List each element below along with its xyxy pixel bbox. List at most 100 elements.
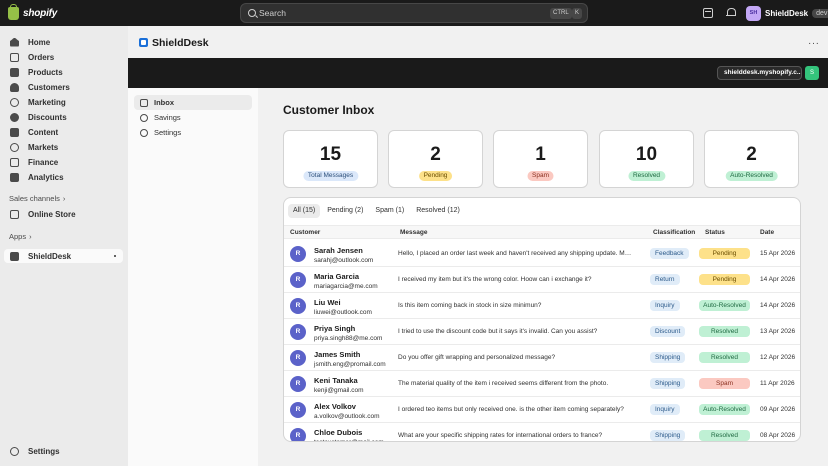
shortcut-k: K — [572, 8, 583, 19]
inbox-table: All (15) Pending (2) Spam (1) Resolved (12)… — [283, 197, 801, 442]
sidebar-item-label: Content — [28, 127, 59, 137]
app-banner: shielddesk.myshopify.c... S — [128, 58, 828, 88]
sidebar-item-label: Settings — [28, 446, 60, 456]
sidebar-item-analytics[interactable]: Analytics — [4, 170, 123, 184]
customer-name: Alex Volkov — [314, 402, 356, 411]
sidebar-item-label: Marketing — [28, 97, 66, 107]
table-row[interactable]: R Alex Volkov a.volkov@outlook.com I ordere… — [284, 397, 800, 423]
home-icon — [10, 37, 19, 47]
avatar: SH — [746, 5, 761, 21]
table-row[interactable]: R Keni Tanaka kenji@gmail.com The material … — [284, 371, 800, 397]
person-icon — [10, 82, 19, 92]
table-row[interactable]: R James Smith jsmith.eng@promail.com Do you… — [284, 345, 800, 371]
content-icon — [10, 127, 19, 137]
col-classification: Classification — [653, 229, 696, 236]
sidebar-item-discounts[interactable]: Discounts — [4, 110, 123, 124]
stat-card: 1 Spam — [493, 130, 588, 188]
tab-spam[interactable]: Spam (1) — [370, 204, 409, 218]
filter-tabs: All (15) Pending (2) Spam (1) Resolved (12) — [288, 204, 467, 218]
sidebar-item-marketing[interactable]: Marketing — [4, 95, 123, 109]
message-preview: I received my item but it's the wrong co… — [398, 276, 592, 283]
sidebar-item-customers[interactable]: Customers — [4, 80, 123, 94]
sidebar-item-settings[interactable]: Settings — [4, 444, 123, 458]
bank-icon — [10, 157, 19, 167]
search-placeholder: Search — [259, 8, 286, 18]
stat-card: 10 Resolved — [599, 130, 694, 188]
subnav-item-inbox[interactable]: Inbox — [134, 95, 252, 110]
tab-label: Spam — [375, 207, 394, 214]
col-message: Message — [400, 229, 428, 236]
message-date: 15 Apr 2026 — [760, 250, 796, 257]
avatar: R — [290, 298, 306, 314]
orders-icon — [10, 52, 19, 62]
table-row[interactable]: R Priya Singh priya.singh88@me.com I tried … — [284, 319, 800, 345]
pin-icon[interactable] — [114, 255, 116, 257]
sidebar-item-markets[interactable]: Markets — [4, 140, 123, 154]
customer-name: Sarah Jensen — [314, 246, 363, 255]
sidebar-item-shielddesk[interactable]: ShieldDesk — [4, 249, 123, 263]
sales-channels-label: Sales channels — [9, 194, 60, 203]
tab-label: Resolved — [416, 207, 446, 214]
sidebar-item-label: Markets — [28, 142, 59, 152]
app-icon — [10, 251, 19, 261]
sidebar-item-orders[interactable]: Orders — [4, 50, 123, 64]
sales-channels-heading[interactable]: Sales channels › — [9, 194, 65, 203]
message-preview: I tried to use the discount code but it … — [398, 328, 598, 335]
status-badge: Auto-Resolved — [699, 404, 750, 415]
stat-value: 1 — [535, 144, 546, 165]
message-date: 14 Apr 2026 — [760, 302, 796, 309]
tab-resolved[interactable]: Resolved (12) — [411, 204, 465, 218]
search-icon — [248, 9, 256, 17]
user-menu[interactable]: SH ShieldDesk dev — [746, 4, 828, 22]
tab-pending[interactable]: Pending (2) — [322, 204, 368, 218]
sidebar-item-label: Finance — [28, 157, 59, 167]
message-date: 09 Apr 2026 — [760, 406, 796, 413]
store-status-button[interactable]: S — [805, 66, 819, 80]
apps-heading[interactable]: Apps › — [9, 232, 32, 241]
sidebar-item-products[interactable]: Products — [4, 65, 123, 79]
table-row[interactable]: R Chloe Dubois testcustomer@mail.com What a… — [284, 423, 800, 441]
customer-name: Maria Garcia — [314, 272, 360, 281]
classification-badge: Feedback — [650, 248, 689, 259]
tab-count: (15) — [302, 207, 316, 214]
shopify-logo[interactable]: shopify — [8, 3, 57, 21]
sidebar-item-label: Online Store — [28, 209, 76, 219]
stat-value: 10 — [635, 144, 658, 165]
app-header: ShieldDesk ··· — [128, 26, 828, 58]
sidebar-item-home[interactable]: Home — [4, 35, 123, 49]
subnav-item-savings[interactable]: Savings — [134, 110, 252, 125]
store-icon[interactable] — [703, 8, 713, 18]
avatar: R — [290, 376, 306, 392]
table-row[interactable]: R Maria Garcia mariagarcia@me.com I receive… — [284, 267, 800, 293]
customer-name: Liu Wei — [314, 298, 341, 307]
message-date: 11 Apr 2026 — [760, 380, 795, 387]
sidebar-item-finance[interactable]: Finance — [4, 155, 123, 169]
search-input[interactable]: Search CTRL K — [240, 3, 588, 23]
status-badge: Resolved — [699, 352, 750, 363]
stat-value: 2 — [430, 144, 441, 165]
status-badge: Auto-Resolved — [699, 300, 750, 311]
sidebar-item-online-store[interactable]: Online Store — [4, 207, 123, 221]
shielddesk-logo-icon — [139, 38, 148, 47]
table-row[interactable]: R Sarah Jensen sarahj@outlook.com Hello, I … — [284, 241, 800, 267]
stat-card: 2 Auto-Resolved — [704, 130, 799, 188]
avatar: R — [290, 272, 306, 288]
message-preview: Is this item coming back in stock in siz… — [398, 302, 542, 309]
stat-label-badge: Resolved — [627, 171, 666, 181]
table-row[interactable]: R Liu Wei liuwei@outlook.com Is this item c… — [284, 293, 800, 319]
online-store-icon — [10, 209, 19, 219]
message-date: 12 Apr 2026 — [760, 354, 796, 361]
subnav-item-settings[interactable]: Settings — [134, 125, 252, 140]
status-badge: Resolved — [699, 326, 750, 337]
app-subnav: Inbox Savings Settings — [128, 88, 258, 466]
bell-icon[interactable] — [726, 8, 736, 18]
table-header: Customer Message Classification Status D… — [284, 225, 800, 239]
more-options-icon[interactable]: ··· — [808, 38, 820, 49]
tab-all[interactable]: All (15) — [288, 204, 321, 218]
sidebar-item-content[interactable]: Content — [4, 125, 123, 139]
customer-name: James Smith — [314, 350, 361, 359]
subnav-label: Inbox — [154, 98, 174, 107]
store-url-pill[interactable]: shielddesk.myshopify.c... — [717, 66, 802, 80]
classification-badge: Shipping — [650, 378, 686, 389]
page-title: Customer Inbox — [283, 103, 375, 117]
